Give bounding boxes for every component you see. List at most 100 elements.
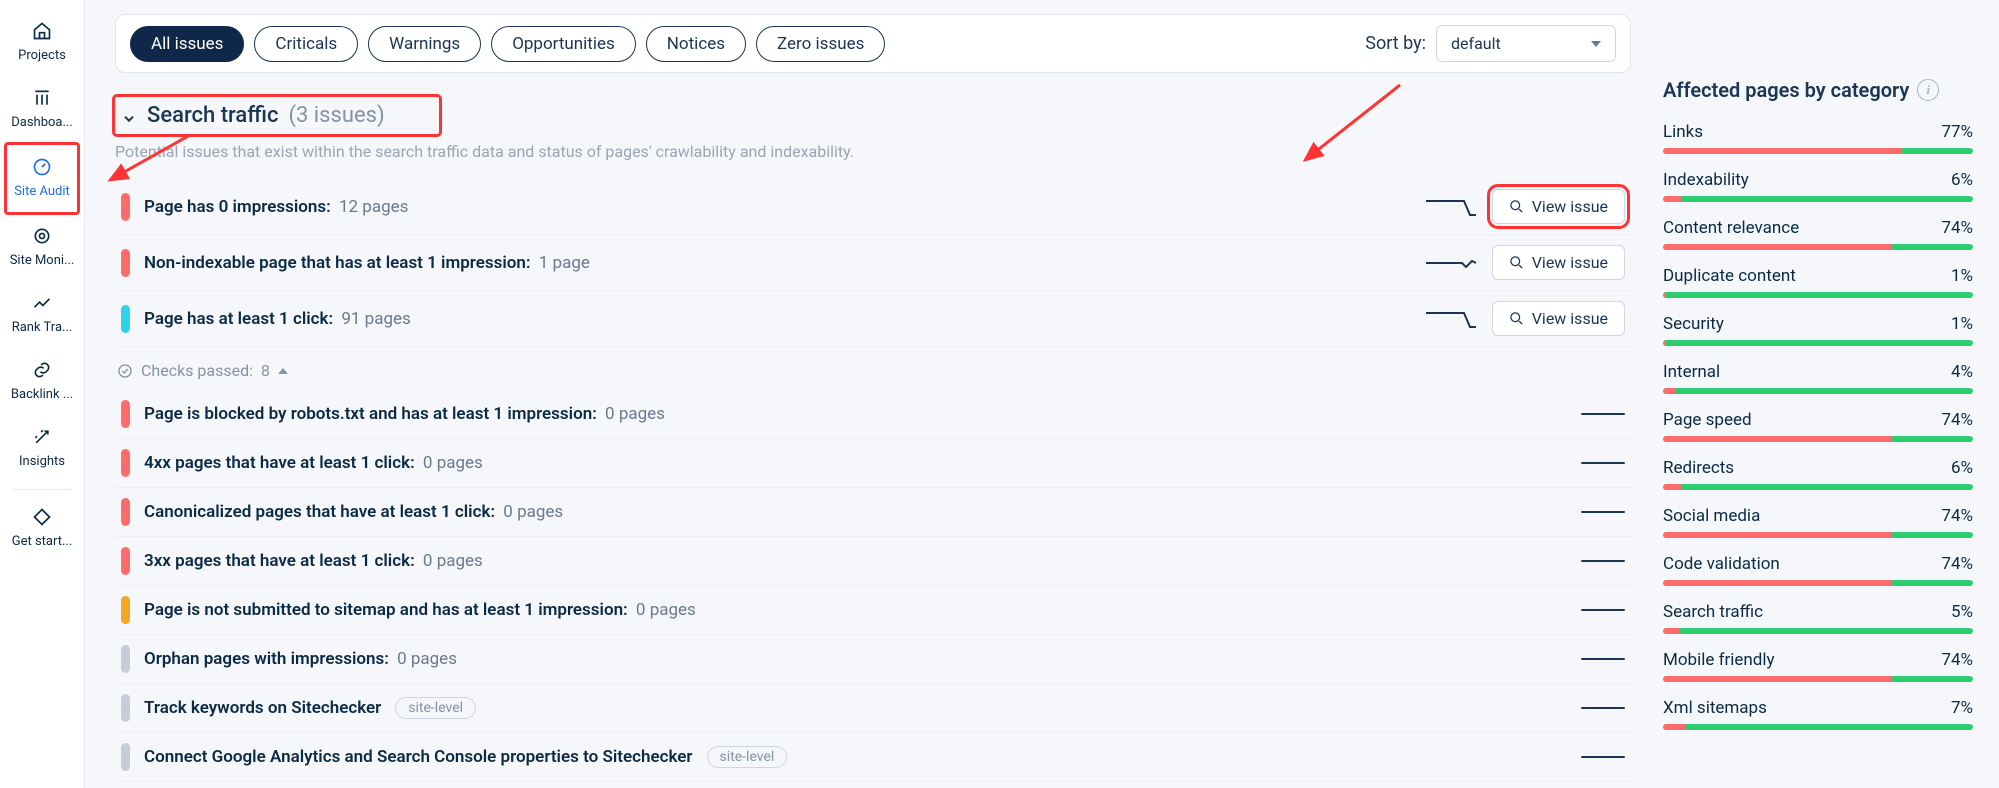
- category-bar: [1663, 532, 1973, 538]
- sparkline-flat: [1581, 756, 1625, 758]
- category-row[interactable]: Security1%: [1663, 314, 1973, 346]
- issue-row[interactable]: 4xx pages that have at least 1 click: 0 …: [115, 439, 1631, 488]
- issue-name: Page is not submitted to sitemap and has…: [144, 600, 628, 620]
- severity-indicator: [121, 596, 130, 624]
- checks-passed-toggle[interactable]: Checks passed: 8: [117, 361, 1631, 380]
- sidebar-item-projects[interactable]: Projects: [6, 10, 78, 75]
- category-bar: [1663, 724, 1973, 730]
- issue-value: 0 pages: [393, 649, 457, 669]
- site-level-badge: site-level: [395, 697, 476, 719]
- category-name: Redirects: [1663, 458, 1734, 478]
- severity-indicator: [121, 645, 130, 673]
- pill-zero-issues[interactable]: Zero issues: [756, 26, 885, 62]
- sidebar-item-dashboard[interactable]: Dashboa...: [6, 77, 78, 142]
- category-bar: [1663, 628, 1973, 634]
- category-name: Social media: [1663, 506, 1760, 526]
- issue-value: 12 pages: [335, 197, 409, 217]
- category-row[interactable]: Indexability6%: [1663, 170, 1973, 202]
- affected-title: Affected pages by category: [1663, 78, 1909, 102]
- pill-warnings[interactable]: Warnings: [368, 26, 481, 62]
- category-name: Content relevance: [1663, 218, 1799, 238]
- issue-row[interactable]: Non-indexable page that has at least 1 i…: [115, 235, 1631, 291]
- category-row[interactable]: Code validation74%: [1663, 554, 1973, 586]
- category-name: Indexability: [1663, 170, 1749, 190]
- diamond-icon: [31, 506, 53, 528]
- category-row[interactable]: Duplicate content1%: [1663, 266, 1973, 298]
- category-bar: [1663, 292, 1973, 298]
- category-bar: [1663, 676, 1973, 682]
- link-icon: [31, 359, 53, 381]
- sidebar: Projects Dashboa... Site Audit Site Moni…: [0, 0, 85, 788]
- pill-opportunities[interactable]: Opportunities: [491, 26, 636, 62]
- sidebar-item-site-monitoring[interactable]: Site Moni...: [6, 215, 78, 280]
- category-row[interactable]: Redirects6%: [1663, 458, 1973, 490]
- sort-select[interactable]: default: [1436, 25, 1616, 62]
- sparkline-flat: [1581, 413, 1625, 415]
- chevron-up-icon: [121, 106, 137, 126]
- view-issue-button[interactable]: View issue: [1492, 189, 1625, 224]
- category-name: Links: [1663, 122, 1703, 142]
- sort-label: Sort by:: [1365, 33, 1426, 54]
- issue-name: 4xx pages that have at least 1 click:: [144, 453, 415, 473]
- issue-row[interactable]: Page has at least 1 click: 91 pagesView …: [115, 291, 1631, 347]
- category-percent: 74%: [1941, 218, 1973, 238]
- pill-notices[interactable]: Notices: [646, 26, 746, 62]
- sparkline: [1424, 307, 1478, 331]
- category-bar: [1663, 388, 1973, 394]
- issue-row[interactable]: Page is blocked by robots.txt and has at…: [115, 390, 1631, 439]
- issue-name: Page has 0 impressions:: [144, 197, 331, 217]
- pill-criticals[interactable]: Criticals: [254, 26, 358, 62]
- sparkline: [1424, 195, 1478, 219]
- home-icon: [31, 20, 53, 42]
- filter-pills: All issues Criticals Warnings Opportunit…: [130, 26, 885, 62]
- sidebar-item-site-audit[interactable]: Site Audit: [6, 144, 78, 213]
- severity-indicator: [121, 694, 130, 722]
- issue-value: 91 pages: [337, 309, 411, 329]
- search-icon: [1509, 311, 1524, 326]
- category-percent: 74%: [1941, 650, 1973, 670]
- category-row[interactable]: Internal4%: [1663, 362, 1973, 394]
- category-row[interactable]: Links 77%: [1663, 122, 1973, 154]
- category-row[interactable]: Content relevance 74%: [1663, 218, 1973, 250]
- sidebar-item-rank-tracker[interactable]: Rank Tra...: [6, 282, 78, 347]
- sidebar-label: Site Audit: [14, 184, 70, 199]
- target-icon: [31, 225, 53, 247]
- issue-row[interactable]: Track keywords on Sitecheckersite-level: [115, 684, 1631, 733]
- category-row[interactable]: Xml sitemaps7%: [1663, 698, 1973, 730]
- checks-passed-count: 8: [261, 361, 270, 380]
- issue-value: 0 pages: [632, 600, 696, 620]
- issue-row[interactable]: 3xx pages that have at least 1 click: 0 …: [115, 537, 1631, 586]
- sidebar-item-get-started[interactable]: Get start...: [6, 496, 78, 561]
- severity-indicator: [121, 249, 130, 277]
- issue-row[interactable]: Page has 0 impressions: 12 pages View iss…: [115, 179, 1631, 235]
- category-row[interactable]: Page speed74%: [1663, 410, 1973, 442]
- severity-indicator: [121, 400, 130, 428]
- sidebar-item-backlink[interactable]: Backlink ...: [6, 349, 78, 414]
- info-icon[interactable]: i: [1917, 79, 1939, 101]
- category-row[interactable]: Social media74%: [1663, 506, 1973, 538]
- issue-row[interactable]: Orphan pages with impressions: 0 pages: [115, 635, 1631, 684]
- trend-icon: [31, 292, 53, 314]
- site-level-badge: site-level: [707, 746, 788, 768]
- severity-indicator: [121, 498, 130, 526]
- sparkline-flat: [1581, 658, 1625, 660]
- view-issue-button[interactable]: View issue: [1492, 301, 1625, 336]
- issue-row[interactable]: Page is not submitted to sitemap and has…: [115, 586, 1631, 635]
- pill-all-issues[interactable]: All issues: [130, 26, 244, 62]
- issue-value: 1 page: [535, 253, 590, 273]
- category-row[interactable]: Mobile friendly74%: [1663, 650, 1973, 682]
- checks-passed-prefix: Checks passed:: [141, 361, 253, 380]
- view-issue-button[interactable]: View issue: [1492, 245, 1625, 280]
- severity-indicator: [121, 449, 130, 477]
- category-list: Links 77% Indexability6% Content relevance 7…: [1663, 122, 1973, 730]
- category-row[interactable]: Search traffic5%: [1663, 602, 1973, 634]
- sidebar-item-insights[interactable]: Insights: [6, 416, 78, 481]
- category-percent: 77%: [1941, 122, 1973, 142]
- sparkline-flat: [1581, 707, 1625, 709]
- category-name: Page speed: [1663, 410, 1752, 430]
- category-bar: [1663, 244, 1973, 250]
- section-header-search-traffic[interactable]: Search traffic (3 issues): [115, 97, 439, 134]
- issue-row[interactable]: Canonicalized pages that have at least 1…: [115, 488, 1631, 537]
- issue-row[interactable]: Connect Google Analytics and Search Cons…: [115, 733, 1631, 782]
- category-name: Security: [1663, 314, 1724, 334]
